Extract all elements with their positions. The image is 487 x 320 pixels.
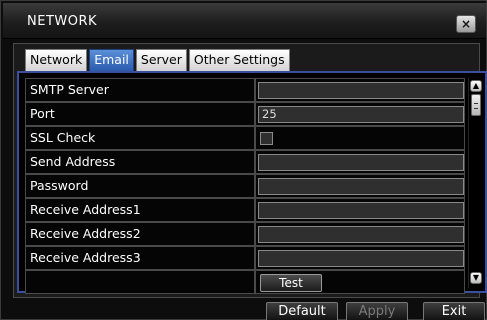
tab-bar: Network Email Server Other Settings xyxy=(25,49,290,71)
send-address-input[interactable] xyxy=(258,154,464,171)
receive-address3-input[interactable] xyxy=(258,250,464,267)
network-window: NETWORK × Network Email Server Other Set… xyxy=(0,0,487,320)
row-test: Test xyxy=(25,270,465,294)
tab-email[interactable]: Email xyxy=(89,49,134,71)
receive-address3-label: Receive Address3 xyxy=(25,246,255,270)
close-button[interactable]: × xyxy=(456,15,476,33)
receive-address2-input[interactable] xyxy=(258,226,464,243)
ssl-check-cell xyxy=(255,126,465,150)
default-button[interactable]: Default xyxy=(266,302,338,320)
receive-address3-cell xyxy=(255,246,465,270)
receive-address1-input[interactable] xyxy=(258,202,464,219)
close-icon: × xyxy=(460,17,472,31)
title-bar: NETWORK × xyxy=(3,3,486,39)
scroll-down-icon[interactable]: ▼ xyxy=(470,272,482,284)
send-address-cell xyxy=(255,150,465,174)
test-row-label xyxy=(25,270,255,294)
port-input[interactable]: 25 xyxy=(258,106,464,123)
receive-address2-cell xyxy=(255,222,465,246)
password-label: Password xyxy=(25,174,255,198)
row-send-address: Send Address xyxy=(25,150,465,174)
receive-address1-label: Receive Address1 xyxy=(25,198,255,222)
ssl-check-label: SSL Check xyxy=(25,126,255,150)
port-label: Port xyxy=(25,102,255,126)
smtp-server-input[interactable] xyxy=(258,82,464,99)
scroll-up-icon[interactable]: ▲ xyxy=(470,80,482,92)
password-input[interactable] xyxy=(258,178,464,195)
send-address-label: Send Address xyxy=(25,150,255,174)
smtp-server-label: SMTP Server xyxy=(25,78,255,102)
row-ssl-check: SSL Check xyxy=(25,126,465,150)
row-receive-address2: Receive Address2 xyxy=(25,222,465,246)
tab-server[interactable]: Server xyxy=(135,49,187,71)
exit-button[interactable]: Exit xyxy=(423,302,485,320)
receive-address2-label: Receive Address2 xyxy=(25,222,255,246)
ssl-check-checkbox[interactable] xyxy=(260,132,273,145)
row-smtp-server: SMTP Server xyxy=(25,78,465,102)
apply-button[interactable]: Apply xyxy=(346,302,408,320)
smtp-server-cell xyxy=(255,78,465,102)
scroll-thumb[interactable] xyxy=(471,94,481,116)
row-receive-address3: Receive Address3 xyxy=(25,246,465,270)
row-receive-address1: Receive Address1 xyxy=(25,198,465,222)
row-password: Password xyxy=(25,174,465,198)
test-button[interactable]: Test xyxy=(260,274,322,292)
vertical-scrollbar[interactable]: ▲ ▼ xyxy=(468,78,482,288)
tab-other-settings[interactable]: Other Settings xyxy=(188,49,290,71)
port-cell: 25 xyxy=(255,102,465,126)
window-title: NETWORK xyxy=(27,14,98,29)
test-cell: Test xyxy=(255,270,465,294)
password-cell xyxy=(255,174,465,198)
receive-address1-cell xyxy=(255,198,465,222)
row-port: Port 25 xyxy=(25,102,465,126)
tab-network[interactable]: Network xyxy=(25,49,88,71)
